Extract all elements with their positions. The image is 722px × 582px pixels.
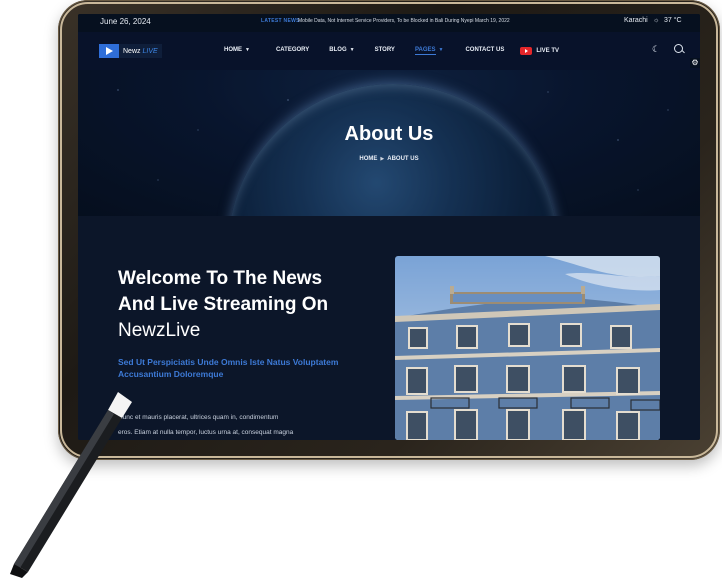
main-navigation: Newz LIVE HOME ▼ CATEGORY BLOG ▼ STORY PAG… [78,32,700,71]
nav-menu: HOME ▼ CATEGORY BLOG ▼ STORY PAGES ▼ CONTAC… [224,47,559,55]
latest-news-ticker[interactable]: Mobile Data, Not Internet Service Provid… [298,18,510,24]
heading-line-1: Welcome To The News [118,268,323,289]
building-photo [395,256,660,440]
play-icon [99,44,119,58]
nav-item-contact[interactable]: CONTACT US [465,47,504,55]
tablet-screen: June 26, 2024 LATEST NEWS Mobile Data, N… [78,14,700,440]
section-subtitle: Sed Ut Perspiciatis Unde Omnis Iste Natu… [118,357,339,379]
nav-item-home[interactable]: HOME ▼ [224,47,250,55]
nav-item-pages[interactable]: PAGES ▼ [414,47,444,55]
weather-city: Karachi [624,17,648,24]
nav-item-contact-label: CONTACT US [465,47,505,53]
sun-cloud-icon: ☼ [653,17,660,24]
chevron-right-icon: ▶ [380,156,385,162]
welcome-heading: Welcome To The News And Live Streaming O… [118,266,358,344]
stylus-pen [10,392,132,578]
heading-line-2: And Live Streaming On [118,294,329,315]
logo-suffix: LIVE [142,47,158,55]
page-hero: About Us HOME ▶ ABOUT US [78,70,700,216]
youtube-icon [520,47,533,55]
heading-line-3: NewzLive [118,320,201,341]
nav-item-pages-label: PAGES [414,47,436,55]
nav-item-story-label: STORY [374,47,395,53]
site-logo[interactable]: Newz LIVE [99,44,162,58]
search-icon[interactable] [674,44,683,53]
nav-item-blog-label: BLOG [329,47,347,53]
nav-item-home-label: HOME [224,47,242,53]
breadcrumb-current: ABOUT US [387,156,419,162]
moon-icon[interactable]: ☾ [652,44,660,55]
top-bar: June 26, 2024 LATEST NEWS Mobile Data, N… [78,14,700,32]
nav-item-story[interactable]: STORY [375,47,395,55]
breadcrumb: HOME ▶ ABOUT US [78,156,700,162]
chevron-down-icon: ▼ [438,47,444,53]
latest-news-label: LATEST NEWS [261,18,300,24]
live-tv-label: LIVE TV [536,48,560,54]
live-tv-button[interactable]: LIVE TV [520,47,559,55]
chevron-down-icon: ▼ [349,47,355,53]
nav-item-category-label: CATEGORY [275,47,310,53]
breadcrumb-home[interactable]: HOME [359,156,377,162]
chevron-down-icon: ▼ [245,47,250,53]
settings-gear-icon[interactable]: ⚙ [690,58,700,68]
logo-name: Newz [123,47,141,55]
current-date: June 26, 2024 [100,17,151,26]
nav-item-blog[interactable]: BLOG ▼ [329,47,354,55]
nav-item-category[interactable]: CATEGORY [276,47,309,55]
about-section: Welcome To The News And Live Streaming O… [78,216,700,440]
page-title: About Us [344,123,434,145]
weather-temperature: 37 °C [664,17,682,24]
